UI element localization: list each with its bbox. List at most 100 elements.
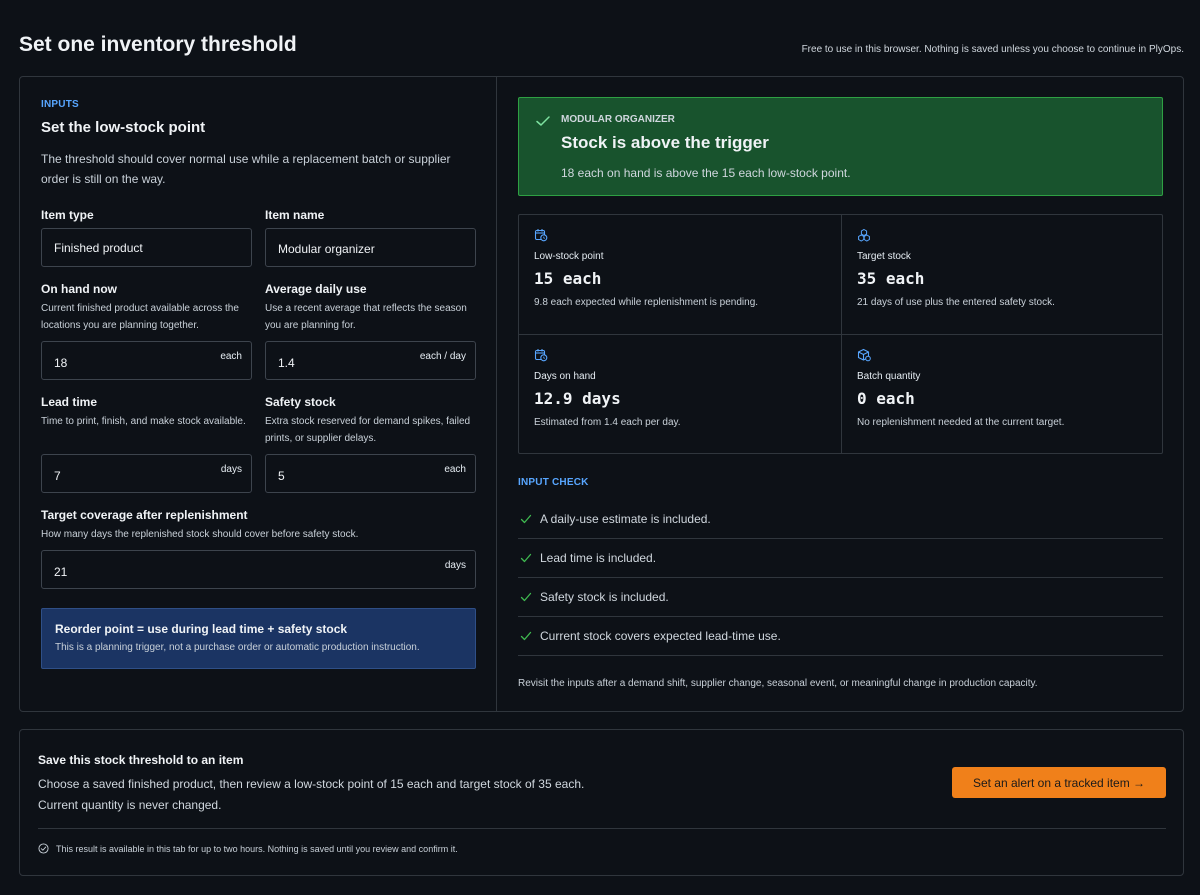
- check-circle-icon: [38, 843, 49, 854]
- safety-stock-value: 5: [278, 469, 285, 483]
- lead-time-label: Lead time: [41, 395, 98, 409]
- check-icon: [520, 631, 532, 641]
- status-box: MODULAR ORGANIZER Stock is above the tri…: [518, 97, 1163, 196]
- save-description: Choose a saved finished product, then re…: [38, 774, 798, 816]
- metric-low-stock: Low-stock point 15 each 9.8 each expecte…: [519, 215, 841, 334]
- lead-time-field: Lead time Time to print, finish, and mak…: [41, 395, 252, 430]
- boxes-icon: [858, 228, 870, 242]
- metric-days-on-hand: Days on hand 12.9 days Estimated from 1.…: [519, 334, 841, 453]
- on-hand-unit: each: [220, 351, 242, 362]
- calendar-clock-icon: [534, 229, 548, 242]
- on-hand-value: 18: [54, 356, 68, 370]
- daily-use-field: Average daily use Use a recent average t…: [265, 282, 476, 334]
- daily-use-value: 1.4: [278, 356, 295, 370]
- target-coverage-field: Target coverage after replenishment How …: [41, 508, 476, 543]
- check-icon: [520, 514, 532, 524]
- divider: [38, 828, 1166, 829]
- list-item: Current stock covers expected lead-time …: [518, 617, 1163, 656]
- item-name-label: Item name: [265, 208, 325, 222]
- metric-label: Days on hand: [534, 371, 596, 382]
- metric-value: 0 each: [857, 389, 915, 408]
- item-type-value: Finished product: [54, 241, 143, 255]
- lead-time-value: 7: [54, 469, 61, 483]
- metric-batch-quantity: Batch quantity 0 each No replenishment n…: [841, 334, 1163, 453]
- calculator-card: INPUTS Set the low-stock point The thres…: [19, 76, 1184, 712]
- check-item-text: Safety stock is included.: [540, 590, 669, 604]
- daily-use-label: Average daily use: [265, 282, 367, 296]
- safety-stock-field: Safety stock Extra stock reserved for de…: [265, 395, 476, 447]
- check-item-text: Current stock covers expected lead-time …: [540, 629, 781, 643]
- item-type-field: Item type: [41, 208, 252, 222]
- save-note-text: This result is available in this tab for…: [56, 843, 458, 854]
- safety-stock-unit: each: [444, 464, 466, 475]
- results-panel: MODULAR ORGANIZER Stock is above the tri…: [497, 77, 1183, 711]
- lead-time-input[interactable]: 7 days: [41, 454, 252, 493]
- on-hand-field: On hand now Current finished product ava…: [41, 282, 252, 334]
- check-icon: [520, 553, 532, 563]
- status-eyebrow: MODULAR ORGANIZER: [561, 114, 675, 125]
- lead-time-help: Time to print, finish, and make stock av…: [41, 416, 246, 427]
- check-icon: [536, 116, 550, 126]
- item-type-select[interactable]: Finished product: [41, 228, 252, 267]
- calendar-clock-icon: [534, 349, 548, 362]
- inputs-panel: INPUTS Set the low-stock point The thres…: [20, 77, 497, 711]
- target-coverage-value: 21: [54, 565, 68, 579]
- save-title: Save this stock threshold to an item: [38, 753, 244, 767]
- formula-subtitle: This is a planning trigger, not a purcha…: [55, 642, 420, 653]
- check-item-text: Lead time is included.: [540, 551, 657, 565]
- save-note: This result is available in this tab for…: [38, 843, 458, 854]
- lead-time-unit: days: [220, 464, 242, 475]
- inputs-eyebrow: INPUTS: [41, 99, 79, 110]
- metric-note: No replenishment needed at the current t…: [857, 417, 1065, 428]
- inputs-title: Set the low-stock point: [41, 119, 206, 136]
- safety-stock-help: Extra stock reserved for demand spikes, …: [265, 416, 471, 444]
- save-line-1: Choose a saved finished product, then re…: [38, 777, 585, 791]
- metric-note: Estimated from 1.4 each per day.: [534, 417, 681, 428]
- daily-use-unit: each / day: [419, 351, 466, 362]
- metric-value: 15 each: [534, 269, 602, 288]
- check-item-text: A daily-use estimate is included.: [540, 512, 711, 526]
- list-item: Lead time is included.: [518, 539, 1163, 578]
- status-title: Stock is above the trigger: [561, 133, 769, 152]
- on-hand-label: On hand now: [41, 282, 117, 296]
- target-coverage-help: How many days the replenished stock shou…: [41, 529, 359, 540]
- inputs-description: The threshold should cover normal use wh…: [41, 152, 451, 186]
- daily-use-input[interactable]: 1.4 each / day: [265, 341, 476, 380]
- on-hand-input[interactable]: 18 each: [41, 341, 252, 380]
- metric-target-stock: Target stock 35 each 21 days of use plus…: [841, 215, 1163, 334]
- target-coverage-input[interactable]: 21 days: [41, 550, 476, 589]
- target-coverage-label: Target coverage after replenishment: [41, 508, 248, 522]
- metric-label: Batch quantity: [857, 371, 921, 382]
- metrics-grid: Low-stock point 15 each 9.8 each expecte…: [518, 214, 1163, 454]
- check-icon: [520, 592, 532, 602]
- list-item: A daily-use estimate is included.: [518, 500, 1163, 539]
- item-name-value: Modular organizer: [278, 242, 375, 256]
- input-check-eyebrow: INPUT CHECK: [518, 477, 589, 488]
- save-line-2: Current quantity is never changed.: [38, 798, 222, 812]
- item-type-label: Item type: [41, 208, 94, 222]
- metric-note: 21 days of use plus the entered safety s…: [857, 297, 1055, 308]
- metric-label: Target stock: [857, 251, 911, 262]
- status-description: 18 each on hand is above the 15 each low…: [561, 166, 851, 180]
- input-check-footer: Revisit the inputs after a demand shift,…: [518, 678, 1038, 689]
- input-check-list: A daily-use estimate is included. Lead t…: [518, 500, 1163, 656]
- metric-value: 35 each: [857, 269, 925, 288]
- page-title: Set one inventory threshold: [19, 33, 297, 56]
- set-alert-button[interactable]: Set an alert on a tracked item →: [952, 767, 1166, 798]
- safety-stock-label: Safety stock: [265, 395, 336, 409]
- package-icon: [857, 348, 871, 362]
- formula-title: Reorder point = use during lead time + s…: [55, 622, 348, 636]
- item-name-input[interactable]: Modular organizer: [265, 228, 476, 267]
- daily-use-help: Use a recent average that reflects the s…: [265, 303, 467, 331]
- formula-box: Reorder point = use during lead time + s…: [41, 608, 476, 669]
- safety-stock-input[interactable]: 5 each: [265, 454, 476, 493]
- save-card: Save this stock threshold to an item Cho…: [19, 729, 1184, 876]
- on-hand-help: Current finished product available acros…: [41, 303, 239, 331]
- metric-value: 12.9 days: [534, 389, 621, 408]
- item-name-field: Item name: [265, 208, 476, 222]
- page-note: Free to use in this browser. Nothing is …: [801, 44, 1184, 55]
- list-item: Safety stock is included.: [518, 578, 1163, 617]
- metric-note: 9.8 each expected while replenishment is…: [534, 297, 759, 308]
- metric-label: Low-stock point: [534, 251, 604, 262]
- target-coverage-unit: days: [444, 560, 466, 571]
